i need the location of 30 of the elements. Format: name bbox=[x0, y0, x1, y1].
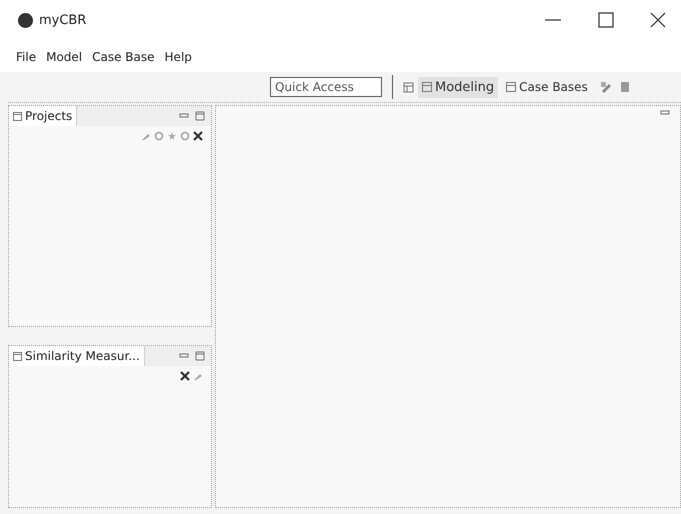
maximize-icon[interactable] bbox=[597, 11, 615, 29]
window-icon bbox=[13, 112, 22, 120]
maximize-view-icon[interactable] bbox=[195, 111, 205, 121]
pencil-icon[interactable] bbox=[141, 131, 151, 141]
window-title: myCBR bbox=[39, 12, 86, 28]
minimize-view-icon[interactable] bbox=[660, 110, 670, 116]
maximize-view-icon[interactable] bbox=[195, 351, 205, 361]
perspective-tab[interactable]: Case Bases bbox=[502, 77, 592, 97]
quick-access-field[interactable]: Quick Access bbox=[270, 77, 382, 97]
menu-item[interactable]: Model bbox=[46, 50, 82, 64]
minimize-view-icon[interactable] bbox=[179, 353, 189, 359]
minimize-view-icon[interactable] bbox=[179, 113, 189, 119]
window-icon bbox=[13, 352, 22, 360]
window-icon bbox=[506, 82, 516, 92]
window-icon bbox=[422, 82, 432, 92]
star-icon[interactable] bbox=[167, 131, 177, 141]
view-tab[interactable]: Projects bbox=[9, 106, 78, 126]
toolbar-icon[interactable] bbox=[620, 81, 630, 93]
close-icon[interactable] bbox=[180, 371, 190, 381]
open-perspective-icon[interactable] bbox=[403, 82, 414, 92]
menu-item[interactable]: File bbox=[16, 50, 36, 64]
view-tab[interactable]: Similarity Measur... bbox=[9, 346, 145, 366]
close-icon[interactable] bbox=[649, 11, 667, 29]
menu-item[interactable]: Case Base bbox=[92, 50, 155, 64]
perspective-tab[interactable]: Modeling bbox=[418, 76, 498, 98]
app-logo-icon bbox=[18, 12, 33, 28]
menu-item[interactable]: Help bbox=[164, 50, 192, 64]
gear-icon[interactable] bbox=[154, 131, 164, 141]
toolbar-icon[interactable] bbox=[600, 81, 612, 93]
close-icon[interactable] bbox=[193, 131, 203, 141]
